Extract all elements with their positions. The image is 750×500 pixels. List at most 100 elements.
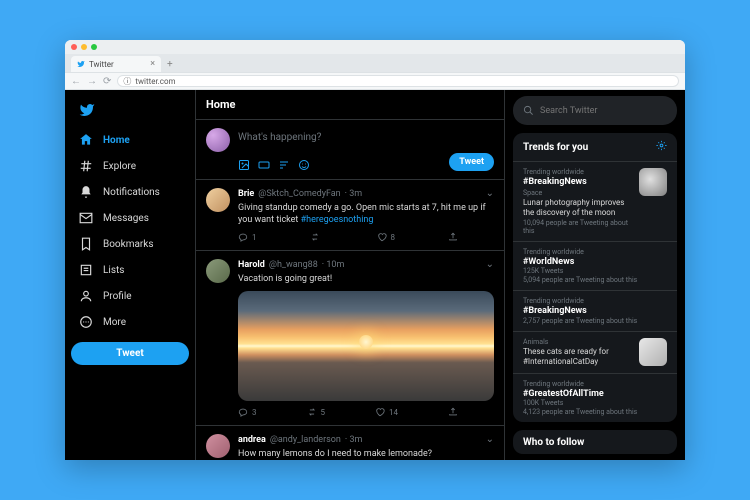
new-tab-button[interactable]: + bbox=[167, 59, 173, 72]
tweet-time: · 3m bbox=[345, 435, 363, 445]
chevron-down-icon[interactable]: ⌄ bbox=[486, 434, 494, 445]
tweet-handle: @andy_landerson bbox=[270, 435, 341, 445]
tweet-author: andrea bbox=[238, 435, 266, 445]
more-icon bbox=[79, 315, 93, 329]
trend-count: 100K Tweets bbox=[523, 399, 667, 407]
retweet-button[interactable] bbox=[310, 232, 324, 242]
trends-header: Trends for you bbox=[523, 142, 588, 153]
nav-label: Explore bbox=[103, 161, 136, 172]
reply-button[interactable]: 1 bbox=[238, 232, 257, 242]
nav-bookmarks[interactable]: Bookmarks bbox=[71, 232, 189, 256]
twitter-logo-icon[interactable] bbox=[71, 98, 189, 126]
trends-panel: Trends for you Trending worldwide #Break… bbox=[513, 133, 677, 422]
tweet-time: · 10m bbox=[322, 260, 345, 270]
user-avatar[interactable] bbox=[206, 128, 230, 152]
trend-description: Lunar photography improves the discovery… bbox=[523, 198, 633, 218]
sidebar: Home Explore Notifications Messages Book… bbox=[65, 90, 195, 460]
nav-label: Home bbox=[103, 135, 130, 146]
forward-button[interactable]: → bbox=[87, 76, 97, 87]
trend-item[interactable]: Trending worldwide #GreatestOfAllTime 10… bbox=[513, 374, 677, 422]
trend-tag: #GreatestOfAllTime bbox=[523, 389, 667, 399]
trend-context: Trending worldwide bbox=[523, 380, 667, 388]
nav-label: Notifications bbox=[103, 187, 160, 198]
tweet-image[interactable] bbox=[238, 291, 494, 401]
compose-tweet-button[interactable]: Tweet bbox=[449, 153, 494, 171]
nav-notifications[interactable]: Notifications bbox=[71, 180, 189, 204]
browser-window: Twitter × + ← → ⟳ ⓘ twitter.com Home Exp… bbox=[65, 40, 685, 460]
image-icon[interactable] bbox=[238, 156, 250, 168]
info-icon: ⓘ bbox=[123, 76, 131, 87]
nav-lists[interactable]: Lists bbox=[71, 258, 189, 282]
nav-home[interactable]: Home bbox=[71, 128, 189, 152]
nav-more[interactable]: More bbox=[71, 310, 189, 334]
profile-icon bbox=[79, 289, 93, 303]
who-header: Who to follow bbox=[523, 437, 584, 448]
share-button[interactable] bbox=[448, 232, 458, 242]
retweet-button[interactable]: 5 bbox=[307, 407, 326, 417]
tab-close-icon[interactable]: × bbox=[150, 59, 155, 69]
nav-label: Profile bbox=[103, 291, 132, 302]
trend-count: 125K Tweets bbox=[523, 267, 667, 275]
tweet-handle: @Sktch_ComedyFan bbox=[258, 189, 340, 199]
trend-item[interactable]: Animals These cats are ready for #Intern… bbox=[513, 332, 677, 374]
trend-item[interactable]: Trending worldwide #BreakingNews Space L… bbox=[513, 162, 677, 242]
search-box[interactable] bbox=[513, 96, 677, 125]
nav-label: Bookmarks bbox=[103, 239, 154, 250]
url-field[interactable]: ⓘ twitter.com bbox=[117, 75, 679, 87]
like-button[interactable]: 14 bbox=[375, 407, 398, 417]
window-maximize-button[interactable] bbox=[91, 44, 97, 50]
hash-icon bbox=[79, 159, 93, 173]
tweet-author: Brie bbox=[238, 189, 254, 199]
nav-explore[interactable]: Explore bbox=[71, 154, 189, 178]
tweet-text: Giving standup comedy a go. Open mic sta… bbox=[238, 202, 494, 226]
back-button[interactable]: ← bbox=[71, 76, 81, 87]
nav-profile[interactable]: Profile bbox=[71, 284, 189, 308]
avatar[interactable] bbox=[206, 188, 230, 212]
avatar[interactable] bbox=[206, 259, 230, 283]
trend-item[interactable]: Trending worldwide #WorldNews 125K Tweet… bbox=[513, 242, 677, 291]
reply-button[interactable]: 3 bbox=[238, 407, 257, 417]
timeline: Home What's happening? Tweet bbox=[195, 90, 505, 460]
trend-tag: #BreakingNews bbox=[523, 306, 667, 316]
window-close-button[interactable] bbox=[71, 44, 77, 50]
hashtag[interactable]: #heregoesnothing bbox=[301, 215, 374, 225]
tweet[interactable]: Harold @h_wang88 · 10m ⌄ Vacation is goi… bbox=[196, 251, 504, 426]
twitter-favicon-icon bbox=[77, 60, 85, 68]
avatar[interactable] bbox=[206, 434, 230, 458]
gif-icon[interactable] bbox=[258, 156, 270, 168]
bell-icon bbox=[79, 185, 93, 199]
search-input[interactable] bbox=[540, 106, 667, 116]
share-button[interactable] bbox=[448, 407, 458, 417]
trend-tweets: 4,123 people are Tweeting about this bbox=[523, 408, 667, 416]
poll-icon[interactable] bbox=[278, 156, 290, 168]
emoji-icon[interactable] bbox=[298, 156, 310, 168]
trend-thumbnail bbox=[639, 168, 667, 196]
compose-input[interactable]: What's happening? bbox=[238, 128, 494, 147]
browser-tab[interactable]: Twitter × bbox=[71, 56, 161, 72]
tweet[interactable]: Brie @Sktch_ComedyFan · 3m ⌄ Giving stan… bbox=[196, 180, 504, 251]
chevron-down-icon[interactable]: ⌄ bbox=[486, 259, 494, 270]
tabs-bar: Twitter × + bbox=[65, 54, 685, 72]
trend-description: These cats are ready for #InternationalC… bbox=[523, 347, 633, 367]
home-icon bbox=[79, 133, 93, 147]
app-content: Home Explore Notifications Messages Book… bbox=[65, 90, 685, 460]
trend-context: Animals bbox=[523, 338, 633, 346]
trend-tag: #BreakingNews bbox=[523, 177, 633, 187]
nav-messages[interactable]: Messages bbox=[71, 206, 189, 230]
tweet-author: Harold bbox=[238, 260, 265, 270]
window-minimize-button[interactable] bbox=[81, 44, 87, 50]
like-button[interactable]: 8 bbox=[377, 232, 396, 242]
search-icon bbox=[523, 101, 534, 120]
trend-tag: #WorldNews bbox=[523, 257, 667, 267]
tab-title: Twitter bbox=[89, 60, 114, 69]
sidebar-tweet-button[interactable]: Tweet bbox=[71, 342, 189, 365]
trend-item[interactable]: Trending worldwide #BreakingNews 2,757 p… bbox=[513, 291, 677, 332]
nav-label: More bbox=[103, 317, 126, 328]
chevron-down-icon[interactable]: ⌄ bbox=[486, 188, 494, 199]
tweet-text: How many lemons do I need to make lemona… bbox=[238, 448, 494, 460]
tweet[interactable]: andrea @andy_landerson · 3m ⌄ How many l… bbox=[196, 426, 504, 460]
gear-icon[interactable] bbox=[656, 140, 667, 154]
reload-button[interactable]: ⟳ bbox=[103, 76, 111, 87]
compose-box: What's happening? Tweet bbox=[196, 120, 504, 180]
trend-context: Trending worldwide bbox=[523, 168, 633, 176]
